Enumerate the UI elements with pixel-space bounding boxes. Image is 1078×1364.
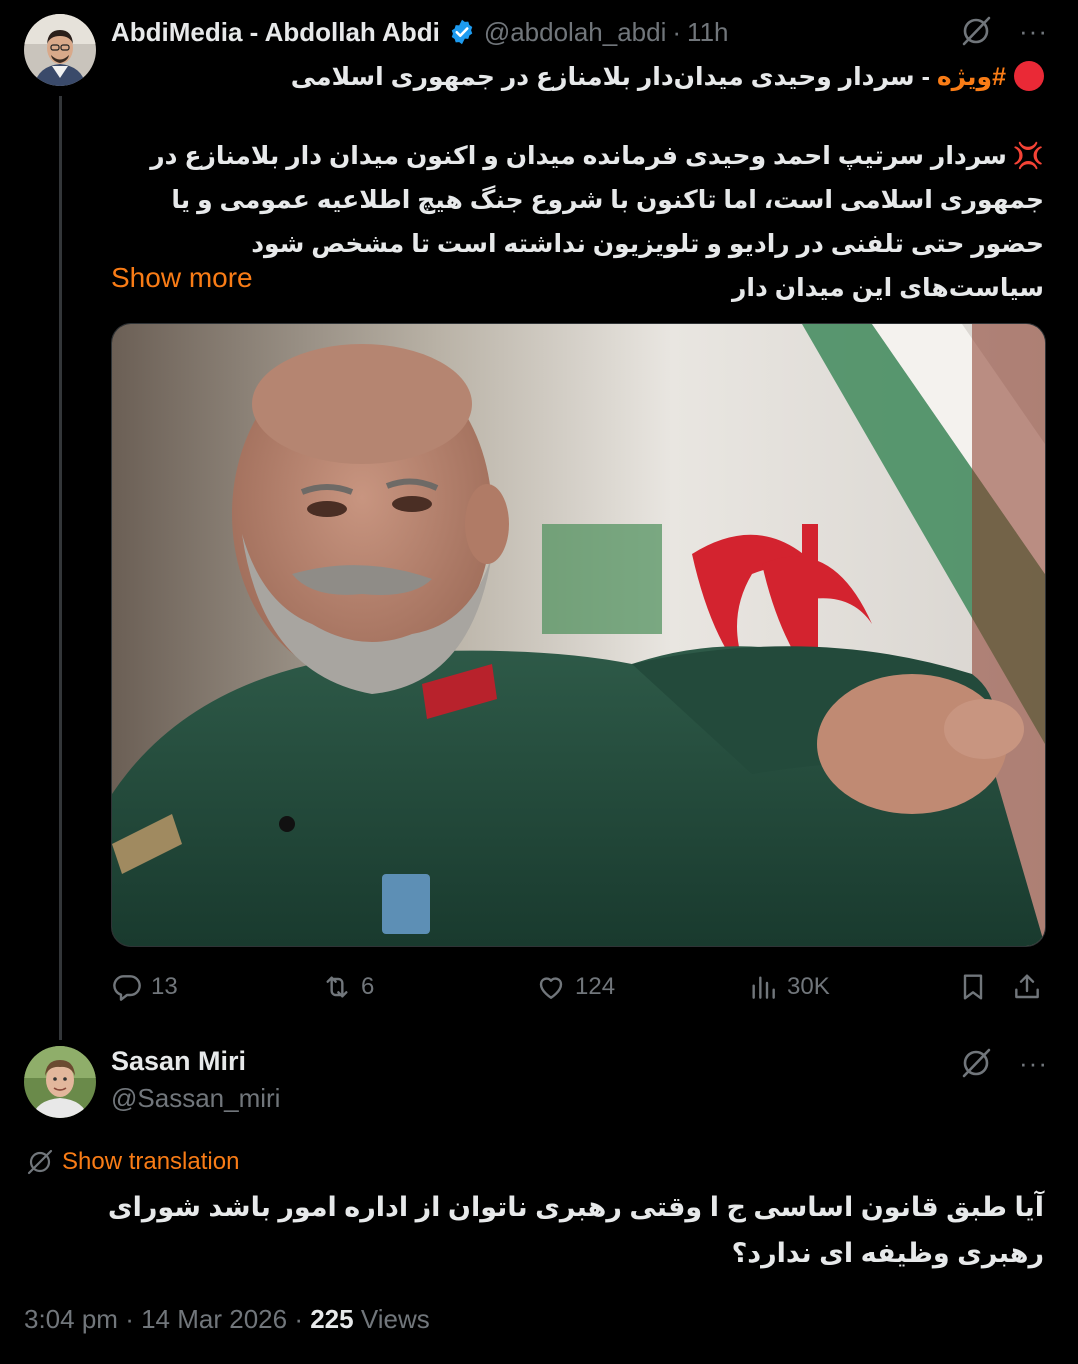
separator-dot: · [672,16,682,47]
avatar[interactable] [24,14,96,86]
thread-connector-line [59,96,62,1040]
author-name[interactable]: AbdiMedia - Abdollah Abdi [111,17,440,48]
bookmark-icon [963,974,983,1000]
reply-date[interactable]: 14 Mar 2026 [141,1304,287,1334]
reply-views-count: 225 [310,1304,354,1334]
like-button[interactable]: 124 [535,964,615,1010]
share-button[interactable] [1011,964,1043,1010]
grok-icon[interactable] [959,14,993,48]
author-avatar-photo [24,14,96,86]
more-icon[interactable]: ··· [1019,18,1048,44]
grok-icon[interactable] [959,1046,993,1080]
tweet-header: AbdiMedia - Abdollah Abdi @abdolah_abdi … [111,12,729,52]
red-circle-emoji [1014,61,1044,91]
reply-text: آیا طبق قانون اساسی ج ا وقتی رهبری ناتوا… [107,1192,1044,1268]
translate-icon [27,1149,53,1175]
headline-text: - سردار وحیدی میدان‌دار بلامنازع در جمهو… [290,63,937,91]
portrait-photo [112,324,1045,946]
reply-author-avatar-photo [24,1046,96,1118]
tweet-top-actions: ··· [959,14,1048,48]
show-translation-link[interactable]: Show translation [26,1148,239,1176]
reply-meta: 3:04 pm · 14 Mar 2026 · 225 Views [24,1304,430,1335]
reply-icon [113,975,141,1001]
show-translation-label: Show translation [62,1148,240,1175]
reply-time[interactable]: 3:04 pm [24,1304,118,1334]
show-more-link[interactable]: Show more [111,262,253,294]
tweet-actions-bar: 13 6 124 30K [111,964,1046,1010]
tweet-body-text: سردار سرتیپ احمد وحیدی فرمانده میدان و ا… [150,142,1044,302]
reply-top-actions: ··· [959,1046,1048,1080]
hashtag-link[interactable]: #ویژه [937,63,1006,91]
anger-emoji: 💢 [1012,142,1044,170]
retweet-count: 6 [361,973,375,1000]
reply-button[interactable]: 13 [111,964,178,1010]
like-icon [539,977,563,999]
views-count: 30K [787,973,830,1000]
like-count: 124 [575,973,616,1000]
separator-dot: · [125,1304,134,1334]
reply-count: 13 [151,973,178,1000]
bookmark-button[interactable] [957,964,989,1010]
tweet-media-image[interactable] [111,323,1046,947]
verified-badge-icon [448,18,476,46]
views-icon [752,976,775,999]
tweet-time[interactable]: 11h [687,17,728,48]
author-handle[interactable]: @abdolah_abdi [484,17,667,48]
retweet-icon [326,976,348,998]
share-icon [1015,974,1039,999]
separator-dot: · [294,1304,303,1334]
reply-views-label: Views [353,1304,430,1334]
reply-author-handle[interactable]: @Sassan_miri [111,1083,280,1114]
more-icon[interactable]: ··· [1019,1050,1048,1076]
views-button[interactable]: 30K [747,964,830,1010]
reply-author-name[interactable]: Sasan Miri [111,1046,246,1077]
avatar[interactable] [24,1046,96,1118]
retweet-button[interactable]: 6 [321,964,374,1010]
tweet-headline: #ویژه - سردار وحیدی میدان‌دار بلامنازع د… [104,54,1044,100]
